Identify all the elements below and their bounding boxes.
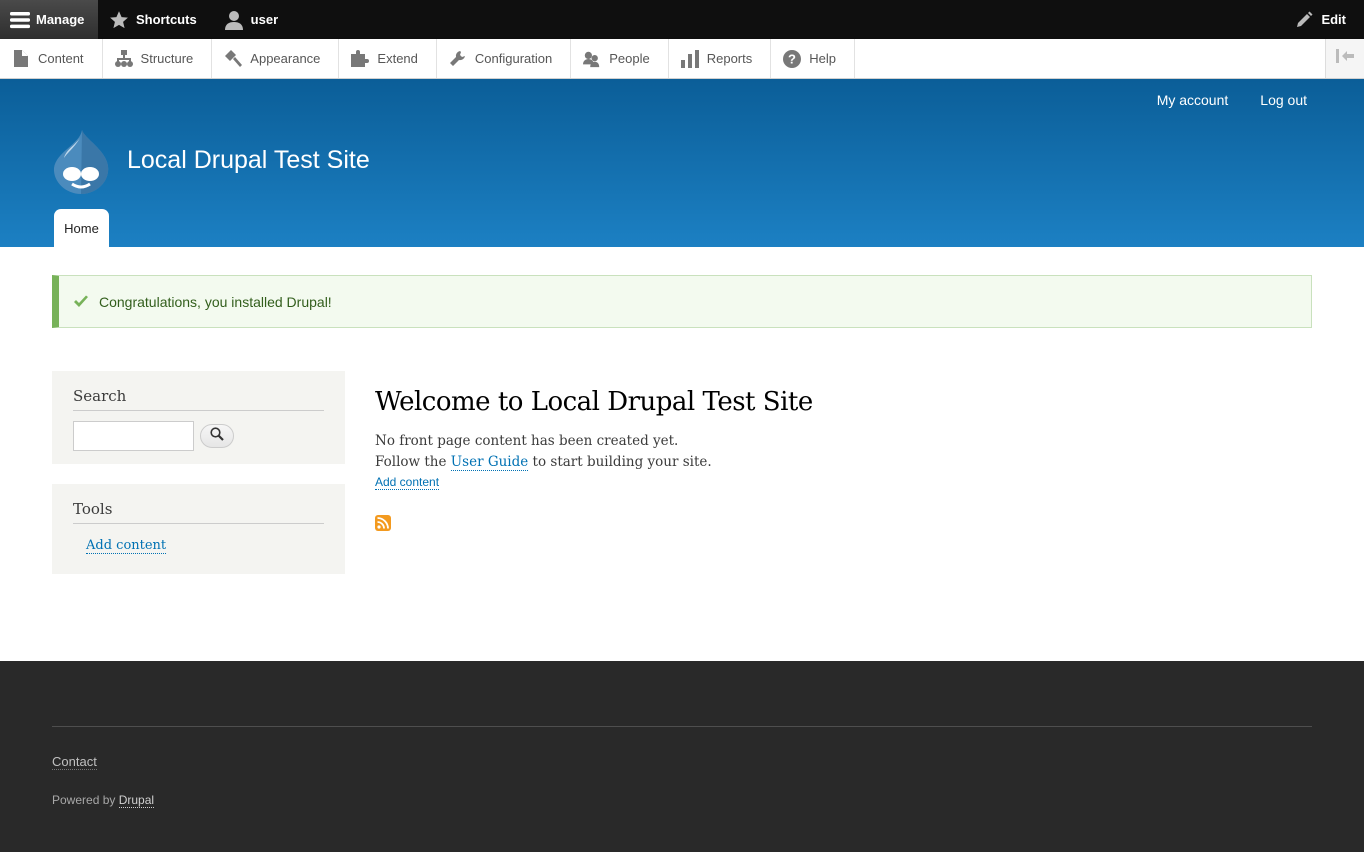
site-footer: Contact Powered by Drupal: [0, 661, 1364, 852]
toolbar-shortcuts-label: Shortcuts: [136, 12, 197, 27]
tray-item-help[interactable]: ? Help: [771, 39, 855, 78]
toolbar-user[interactable]: user: [213, 0, 294, 39]
page-title: Welcome to Local Drupal Test Site: [375, 387, 813, 417]
tab-home[interactable]: Home: [54, 209, 109, 247]
tools-block-title: Tools: [73, 500, 324, 524]
user-guide-text-pre: Follow the: [375, 454, 451, 470]
tray-item-label: Extend: [377, 51, 418, 66]
svg-text:?: ?: [788, 51, 796, 66]
menu-icon: [10, 9, 30, 31]
search-input[interactable]: [73, 421, 194, 451]
tools-block: Tools Add content: [52, 484, 345, 574]
tray-item-reports[interactable]: Reports: [669, 39, 772, 78]
tray-item-label: Appearance: [250, 51, 321, 66]
user-guide-text: Follow the User Guide to start building …: [375, 452, 813, 473]
drupal-link[interactable]: Drupal: [118, 793, 155, 808]
tray-item-label: Reports: [706, 51, 753, 66]
toolbar-edit[interactable]: Edit: [1283, 0, 1364, 39]
tools-add-content-link[interactable]: Add content: [86, 538, 167, 554]
search-block: Search: [52, 371, 345, 464]
toolbar-shortcuts[interactable]: Shortcuts: [98, 0, 213, 39]
toolbar-manage-label: Manage: [36, 12, 85, 27]
site-header: My account Log out Local Drupal Test Sit…: [0, 79, 1364, 247]
user-guide-link[interactable]: User Guide: [450, 454, 529, 471]
admin-tray: Content Structure Appearance Extend Conf…: [0, 39, 1364, 79]
no-content-text: No front page content has been created y…: [375, 433, 679, 449]
log-out-link[interactable]: Log out: [1260, 92, 1307, 108]
status-message-text: Congratulations, you installed Drupal!: [99, 293, 332, 310]
brush-icon: [224, 50, 243, 68]
secondary-menu: My account Log out: [1157, 92, 1307, 108]
wrench-icon: [449, 50, 467, 68]
user-icon: [223, 9, 245, 31]
tray-item-label: Help: [809, 51, 836, 66]
drupal-logo[interactable]: [52, 130, 110, 194]
add-content-link[interactable]: Add content: [375, 475, 440, 490]
puzzle-icon: [351, 50, 370, 68]
tray-item-extend[interactable]: Extend: [339, 39, 437, 78]
status-message: Congratulations, you installed Drupal!: [52, 275, 1312, 328]
powered-by: Powered by Drupal: [52, 793, 155, 808]
help-icon: ?: [783, 49, 802, 68]
site-name[interactable]: Local Drupal Test Site: [127, 146, 370, 175]
tray-item-label: People: [609, 51, 650, 66]
user-guide-text-post: to start building your site.: [528, 454, 712, 470]
check-icon: [73, 295, 89, 308]
toolbar-manage[interactable]: Manage: [0, 0, 98, 39]
powered-by-text: Powered by: [52, 793, 119, 807]
toolbar-user-label: user: [250, 12, 279, 27]
search-button[interactable]: [200, 424, 234, 448]
search-icon: [210, 426, 224, 446]
tray-item-label: Configuration: [474, 51, 553, 66]
toolbar-edit-label: Edit: [1321, 12, 1346, 27]
contact-link[interactable]: Contact: [52, 754, 97, 770]
tray-orientation-toggle[interactable]: [1325, 39, 1364, 78]
tray-item-content[interactable]: Content: [0, 39, 103, 78]
my-account-link[interactable]: My account: [1157, 92, 1229, 108]
search-block-title: Search: [73, 387, 324, 411]
tray-item-appearance[interactable]: Appearance: [212, 39, 340, 78]
collapse-left-icon: [1336, 49, 1354, 68]
file-icon: [12, 50, 30, 68]
footer-divider: [52, 726, 1312, 727]
rss-feed-icon[interactable]: [375, 515, 391, 531]
bar-chart-icon: [680, 49, 699, 68]
tray-item-configuration[interactable]: Configuration: [437, 39, 572, 78]
tray-item-label: Structure: [140, 51, 194, 66]
tray-item-label: Content: [38, 51, 84, 66]
sitemap-icon: [114, 50, 133, 68]
star-icon: [108, 9, 130, 31]
admin-toolbar: Manage Shortcuts user Edit: [0, 0, 1364, 39]
main-content: Welcome to Local Drupal Test Site No fro…: [375, 387, 813, 491]
tray-item-people[interactable]: People: [571, 39, 669, 78]
tray-item-structure[interactable]: Structure: [103, 39, 213, 78]
people-icon: [583, 50, 601, 68]
pencil-icon: [1293, 9, 1315, 31]
